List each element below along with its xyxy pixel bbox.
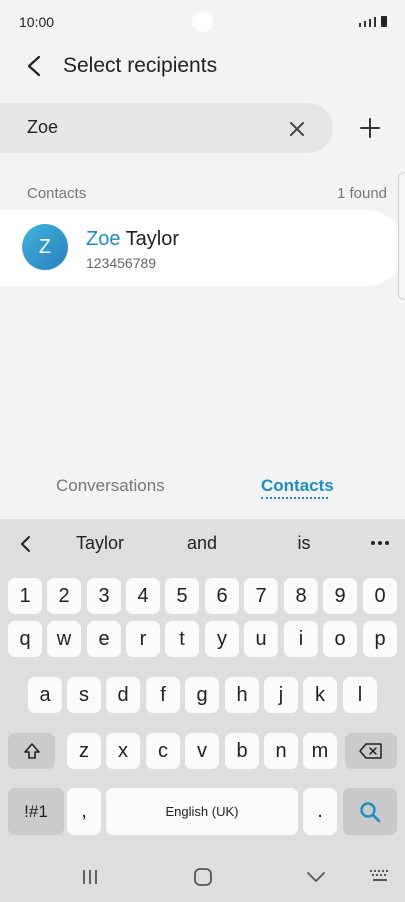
contact-name-rest: Taylor: [120, 228, 180, 250]
key-s[interactable]: s: [67, 677, 101, 713]
add-recipient-button[interactable]: [354, 112, 386, 144]
key-n[interactable]: n: [264, 733, 298, 769]
active-tab-indicator: [261, 497, 328, 499]
search-icon: [360, 801, 381, 822]
chevron-down-icon: [307, 872, 325, 882]
battery-icon: [381, 16, 387, 27]
search-key[interactable]: [343, 788, 397, 835]
keyboard-toggle-button[interactable]: [366, 865, 394, 889]
key-4[interactable]: 4: [126, 578, 160, 614]
tab-conversations[interactable]: Conversations: [56, 476, 165, 496]
more-options-button[interactable]: [366, 531, 394, 555]
key-a[interactable]: a: [28, 677, 62, 713]
signal-icon: [359, 23, 361, 27]
key-3[interactable]: 3: [87, 578, 121, 614]
contact-row[interactable]: Z Zoe Taylor 123456789: [0, 210, 404, 286]
back-nav-button[interactable]: [302, 863, 330, 891]
key-o[interactable]: o: [323, 621, 357, 657]
contact-number: 123456789: [86, 255, 157, 271]
camera-cutout: [192, 11, 213, 32]
key-9[interactable]: 9: [323, 578, 357, 614]
search-bar: [0, 103, 333, 153]
more-dots-icon: [371, 541, 389, 545]
shift-key[interactable]: [8, 733, 55, 769]
key-b[interactable]: b: [225, 733, 259, 769]
key-r[interactable]: r: [126, 621, 160, 657]
key-f[interactable]: f: [146, 677, 180, 713]
suggestion-item[interactable]: is: [264, 533, 344, 554]
key-8[interactable]: 8: [284, 578, 318, 614]
period-key[interactable]: .: [303, 788, 337, 835]
home-icon: [194, 868, 212, 886]
signal-battery-icons: [359, 15, 387, 27]
back-button[interactable]: [20, 52, 48, 80]
header: Select recipients: [0, 44, 405, 90]
key-t[interactable]: t: [165, 621, 199, 657]
recent-apps-icon: [83, 870, 97, 884]
key-e[interactable]: e: [87, 621, 121, 657]
key-l[interactable]: l: [343, 677, 377, 713]
contact-name-match: Zoe: [86, 228, 121, 250]
status-time: 10:00: [19, 14, 55, 30]
shift-icon: [23, 743, 40, 759]
contacts-section-label: Contacts: [27, 185, 87, 202]
key-u[interactable]: u: [244, 621, 278, 657]
key-c[interactable]: c: [146, 733, 180, 769]
key-h[interactable]: h: [225, 677, 259, 713]
key-m[interactable]: m: [303, 733, 337, 769]
key-j[interactable]: j: [264, 677, 298, 713]
symbols-key[interactable]: !#1: [8, 788, 64, 835]
key-v[interactable]: v: [185, 733, 219, 769]
navigation-bar: [0, 855, 405, 902]
scroll-handle[interactable]: [398, 172, 405, 300]
backspace-key[interactable]: [345, 733, 397, 769]
key-7[interactable]: 7: [244, 578, 278, 614]
avatar: Z: [22, 224, 68, 270]
key-q[interactable]: q: [8, 621, 42, 657]
back-arrow-icon: [27, 55, 41, 77]
key-w[interactable]: w: [47, 621, 81, 657]
signal-icon: [364, 21, 366, 27]
clear-search-button[interactable]: [283, 115, 311, 143]
space-key[interactable]: English (UK): [106, 788, 298, 835]
page-title: Select recipients: [63, 54, 218, 77]
key-0[interactable]: 0: [363, 578, 397, 614]
tab-contacts[interactable]: Contacts: [261, 476, 334, 496]
key-d[interactable]: d: [106, 677, 140, 713]
key-x[interactable]: x: [106, 733, 140, 769]
status-bar: 10:00: [0, 0, 405, 44]
search-input[interactable]: [27, 117, 267, 138]
key-i[interactable]: i: [284, 621, 318, 657]
key-p[interactable]: p: [363, 621, 397, 657]
signal-icon: [369, 19, 371, 27]
suggestion-bar: Taylor and is: [0, 519, 405, 567]
contact-name: Zoe Taylor: [86, 228, 179, 251]
key-6[interactable]: 6: [205, 578, 239, 614]
key-1[interactable]: 1: [8, 578, 42, 614]
key-g[interactable]: g: [185, 677, 219, 713]
plus-icon: [360, 118, 380, 138]
key-y[interactable]: y: [205, 621, 239, 657]
suggestion-item[interactable]: and: [162, 533, 242, 554]
home-button[interactable]: [189, 863, 217, 891]
backspace-icon: [359, 743, 382, 759]
key-z[interactable]: z: [67, 733, 101, 769]
suggestion-back-button[interactable]: [12, 531, 38, 557]
signal-icon: [374, 17, 376, 27]
found-count: 1 found: [336, 185, 387, 202]
keyboard: Taylor and is 1 2 3 4 5 6 7 8 9 0 q w e …: [0, 519, 405, 902]
comma-key[interactable]: ,: [67, 788, 101, 835]
suggestion-item[interactable]: Taylor: [60, 533, 140, 554]
recent-apps-button[interactable]: [76, 863, 104, 891]
keyboard-icon: [370, 870, 388, 881]
key-k[interactable]: k: [303, 677, 337, 713]
close-icon: [290, 122, 304, 136]
key-5[interactable]: 5: [165, 578, 199, 614]
chevron-left-icon: [21, 536, 30, 552]
key-2[interactable]: 2: [47, 578, 81, 614]
